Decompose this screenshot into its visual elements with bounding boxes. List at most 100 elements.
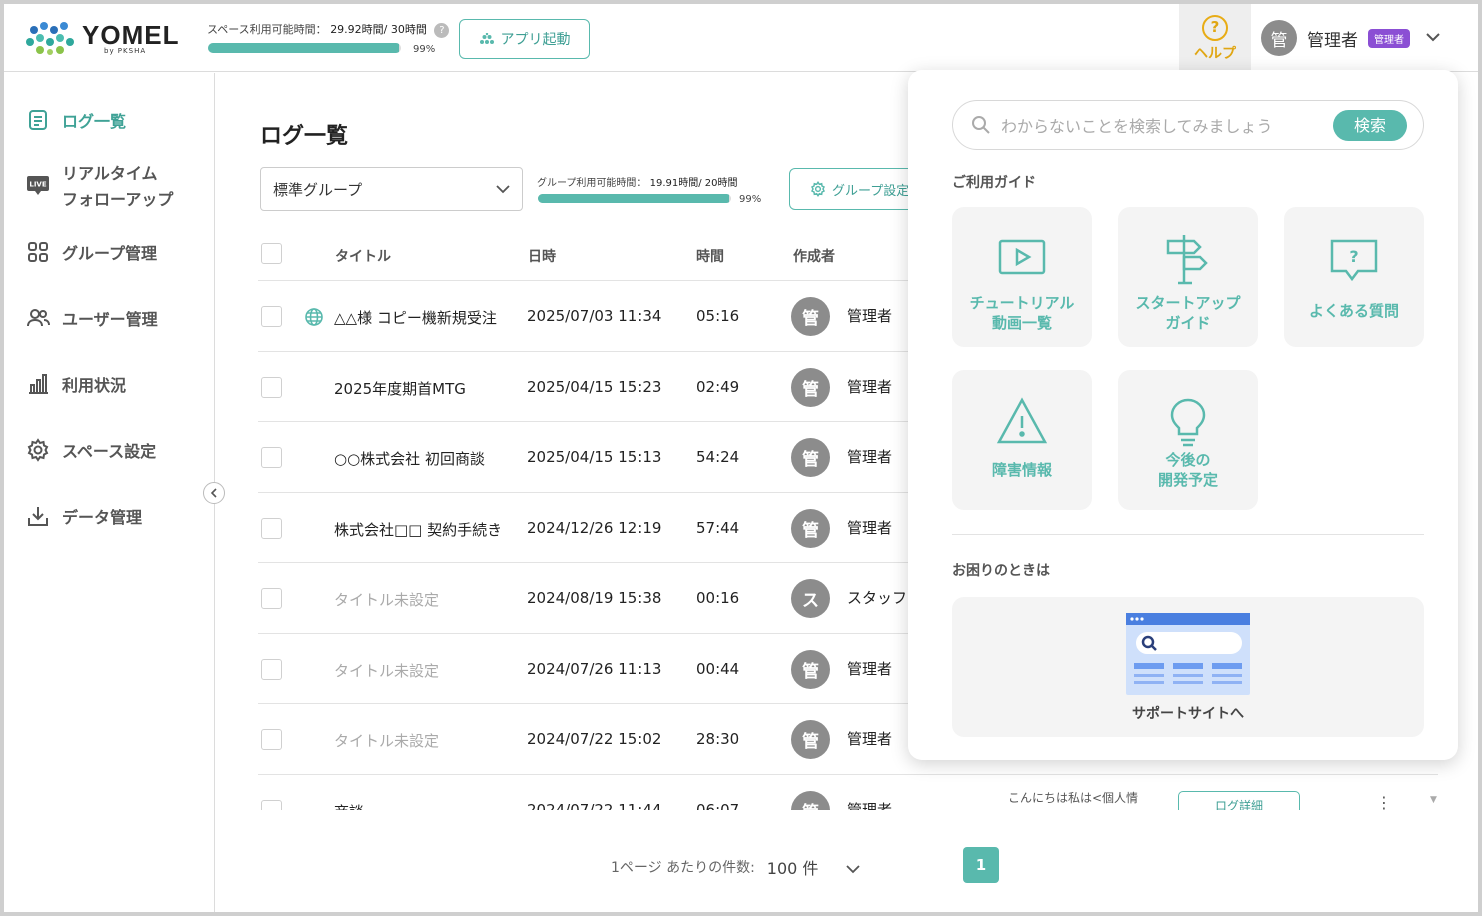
row-title[interactable]: タイトル未設定 xyxy=(334,589,439,610)
row-title[interactable]: ○○株式会社 初回商談 xyxy=(334,448,485,469)
column-creator[interactable]: 作成者 xyxy=(793,246,835,266)
help-search-placeholder: わからないことを検索してみましょう xyxy=(1001,117,1273,136)
row-title[interactable]: 株式会社□□ 契約手続き xyxy=(334,519,502,540)
app-window: YOMEL by PKSHA スペース利用可能時間： 29.92時間/ 30時間… xyxy=(4,4,1478,912)
document-list-icon xyxy=(26,108,50,132)
row-duration: 02:49 xyxy=(696,377,740,396)
guide-heading: ご利用ガイド xyxy=(952,175,1036,191)
tutorial-videos-tile[interactable]: チュートリアル 動画一覧 xyxy=(952,207,1092,347)
avatar: 管 xyxy=(791,297,830,336)
row-creator: 管理者 xyxy=(847,448,893,466)
row-checkbox[interactable] xyxy=(261,588,282,609)
row-checkbox[interactable] xyxy=(261,799,282,810)
avatar: 管 xyxy=(1261,20,1297,56)
select-all-checkbox[interactable] xyxy=(261,243,282,264)
tile-label: 動画一覧 xyxy=(991,314,1052,332)
group-quota-value: 19.91時間/ 20時間 xyxy=(649,178,738,189)
sidebar-item-logs[interactable]: ログ一覧 xyxy=(26,108,126,132)
row-title[interactable]: 商談 xyxy=(334,801,364,811)
sidebar-item-users[interactable]: ユーザー管理 xyxy=(26,306,158,330)
group-select-value: 標準グループ xyxy=(273,180,363,199)
help-search-input[interactable]: わからないことを検索してみましょう 検索 xyxy=(952,100,1424,150)
avatar: 管 xyxy=(791,367,830,407)
row-title[interactable]: 2025年度期首MTG xyxy=(334,378,466,399)
per-page-label: 1ページ あたりの件数: xyxy=(611,860,755,876)
row-date: 2024/07/26 11:13 xyxy=(527,659,662,678)
row-duration: 28:30 xyxy=(696,730,740,748)
avatar: 管 xyxy=(791,508,830,548)
row-date: 2024/08/19 15:38 xyxy=(527,589,662,607)
support-site-illustration-icon xyxy=(1126,613,1250,695)
collapse-sidebar-button[interactable] xyxy=(203,482,225,504)
sidebar-item-label: 利用状況 xyxy=(62,376,127,395)
scroll-down-icon[interactable]: ▼ xyxy=(1430,795,1437,805)
help-dropdown-panel: わからないことを検索してみましょう 検索 ご利用ガイド チュートリアル 動画一覧… xyxy=(908,70,1458,760)
row-creator: スタッフ xyxy=(847,589,908,607)
sidebar-item-space-settings[interactable]: スペース設定 xyxy=(26,438,156,462)
row-duration: 57:44 xyxy=(696,518,740,537)
per-page-select[interactable]: 100 件 xyxy=(767,855,860,879)
row-duration: 05:16 xyxy=(696,307,740,325)
sidebar-item-data-management[interactable]: データ管理 xyxy=(26,504,142,528)
space-quota-bar xyxy=(208,43,401,53)
top-header: YOMEL by PKSHA スペース利用可能時間： 29.92時間/ 30時間… xyxy=(4,4,1478,72)
table-row[interactable]: 商談 2024/07/22 11:44 06:07 管管理者 こんにちは私は<個人情 ログ… xyxy=(258,775,1438,811)
video-play-icon xyxy=(998,239,1046,275)
row-date: 2024/12/26 12:19 xyxy=(527,518,662,537)
sidebar-item-realtime-followup[interactable]: LIVE リアルタイム フォローアップ xyxy=(26,161,173,213)
row-checkbox[interactable] xyxy=(261,306,282,327)
incident-info-tile[interactable]: 障害情報 xyxy=(952,370,1092,510)
row-checkbox[interactable] xyxy=(261,447,282,468)
launch-app-button[interactable]: アプリ起動 xyxy=(459,19,590,59)
column-duration[interactable]: 時間 xyxy=(696,246,724,266)
page-title: ログ一覧 xyxy=(260,124,349,149)
row-summary: こんにちは私は<個人情 xyxy=(1008,790,1139,805)
support-site-card[interactable]: サポートサイトへ xyxy=(952,597,1424,737)
avatar: ス xyxy=(791,579,830,618)
sidebar-item-label: グループ管理 xyxy=(62,244,158,263)
row-date: 2024/07/22 15:02 xyxy=(527,730,662,748)
row-title[interactable]: △△様 コピー機新規受注 xyxy=(334,307,497,328)
avatar: 管 xyxy=(791,649,830,689)
page-button-current[interactable]: 1 xyxy=(963,847,999,883)
column-title[interactable]: タイトル xyxy=(335,246,391,266)
warning-icon xyxy=(996,397,1048,444)
grid-icon xyxy=(26,240,50,264)
tile-label: 今後の xyxy=(1165,451,1211,469)
row-checkbox[interactable] xyxy=(261,658,282,680)
sidebar-item-usage[interactable]: 利用状況 xyxy=(26,372,126,396)
log-detail-button[interactable]: ログ詳細 xyxy=(1178,790,1300,810)
yomel-logo[interactable]: YOMEL by PKSHA xyxy=(26,18,186,58)
help-search-button[interactable]: 検索 xyxy=(1333,110,1407,141)
roadmap-tile[interactable]: 今後の 開発予定 xyxy=(1118,370,1258,510)
row-title[interactable]: タイトル未設定 xyxy=(334,730,439,751)
row-checkbox[interactable] xyxy=(261,729,282,750)
per-page-value: 100 件 xyxy=(766,859,819,878)
tile-label: スタートアップ xyxy=(1135,294,1241,312)
column-date[interactable]: 日時 xyxy=(528,246,556,266)
launch-app-label: アプリ起動 xyxy=(500,32,571,48)
row-date: 2025/04/15 15:23 xyxy=(527,377,662,396)
logo-mark-icon xyxy=(26,22,74,55)
more-options-icon[interactable]: ⋮ xyxy=(1376,793,1392,811)
group-settings-button[interactable]: グループ設定 xyxy=(789,168,919,210)
group-select[interactable]: 標準グループ xyxy=(260,167,523,211)
pagination: 1ページ あたりの件数: 100 件 xyxy=(611,855,860,879)
tile-label: チュートリアル xyxy=(969,294,1075,312)
row-checkbox[interactable] xyxy=(261,517,282,539)
user-menu[interactable]: 管 管理者 管理者 xyxy=(1261,18,1440,58)
startup-guide-tile[interactable]: スタートアップ ガイド xyxy=(1118,207,1258,347)
row-checkbox[interactable] xyxy=(261,376,282,398)
group-quota-label: グループ利用可能時間： xyxy=(537,178,647,189)
row-date: 2025/04/15 15:13 xyxy=(527,448,662,466)
users-icon xyxy=(26,306,50,330)
faq-tile[interactable]: ? よくある質問 xyxy=(1284,207,1424,347)
sidebar-item-groups[interactable]: グループ管理 xyxy=(26,240,157,264)
row-title[interactable]: タイトル未設定 xyxy=(334,660,439,681)
user-name: 管理者 xyxy=(1307,30,1358,51)
signpost-icon xyxy=(1166,235,1208,285)
question-icon[interactable]: ? xyxy=(434,22,450,38)
group-settings-label: グループ設定 xyxy=(832,183,910,199)
chevron-down-icon xyxy=(496,184,510,193)
help-tab[interactable]: ? ヘルプ xyxy=(1179,4,1251,72)
